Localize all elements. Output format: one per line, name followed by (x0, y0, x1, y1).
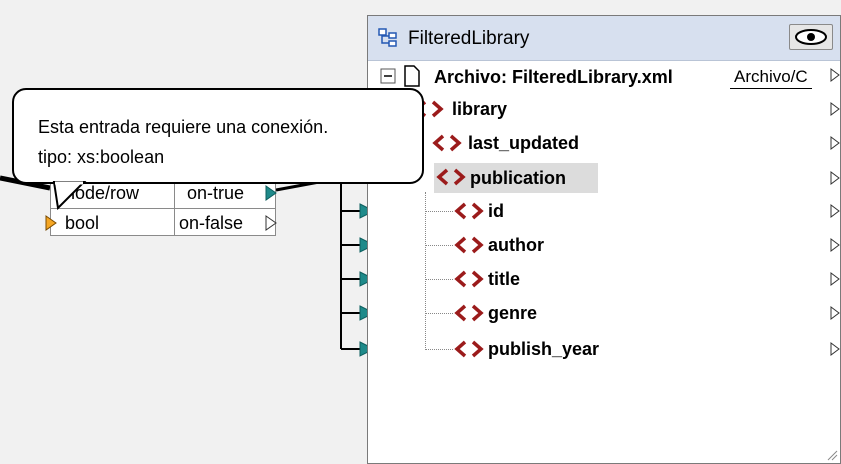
tree-item-publication[interactable]: publication (470, 163, 566, 193)
tooltip: Esta entrada requiere una conexión. tipo… (12, 88, 424, 184)
collapse-toggle-icon[interactable] (380, 68, 396, 84)
element-icon (436, 168, 466, 186)
output-connector-publication[interactable] (830, 171, 840, 185)
tooltip-line-1: Esta entrada requiere una conexión. (38, 117, 329, 137)
tree-item-title[interactable]: title (488, 264, 520, 294)
component-header[interactable]: FilteredLibrary (368, 16, 840, 61)
element-icon (454, 304, 484, 322)
tree-item-last-updated[interactable]: last_updated (468, 128, 579, 158)
tree-item-genre[interactable]: genre (488, 298, 537, 328)
on-true-output-connector[interactable] (265, 185, 277, 201)
output-connector-publish-year[interactable] (830, 342, 840, 356)
filter-on-false-label: on-false (179, 213, 244, 233)
tree-item-library[interactable]: library (452, 94, 507, 124)
component-title: FilteredLibrary (408, 28, 530, 49)
tooltip-pointer (52, 181, 87, 210)
filtered-library-component[interactable]: FilteredLibrary Archivo: FilteredLibrary… (367, 15, 841, 464)
output-connector-file[interactable] (830, 68, 840, 82)
output-connector-last-updated[interactable] (830, 136, 840, 150)
file-button[interactable]: Archivo/C (730, 66, 812, 89)
tree-item-author[interactable]: author (488, 230, 544, 260)
element-icon (454, 236, 484, 254)
on-false-output-connector[interactable] (265, 215, 277, 231)
element-icon (454, 340, 484, 358)
tree-item-publish-year[interactable]: publish_year (488, 334, 599, 364)
resize-grip-icon[interactable] (826, 449, 838, 461)
output-connector-genre[interactable] (830, 306, 840, 320)
tooltip-line-2: tipo: xs:boolean (38, 147, 165, 167)
output-connector-author[interactable] (830, 238, 840, 252)
filter-divider-vertical (174, 179, 175, 235)
output-connector-id[interactable] (830, 204, 840, 218)
element-icon (432, 134, 462, 152)
bool-input-connector[interactable] (45, 215, 57, 231)
output-connector-library[interactable] (830, 102, 840, 116)
element-icon (454, 202, 484, 220)
file-label: Archivo: FilteredLibrary.xml (434, 67, 673, 87)
file-icon (404, 65, 420, 87)
tree-item-id[interactable]: id (488, 196, 504, 226)
filter-bool-label: bool (65, 213, 100, 233)
eye-icon (795, 29, 827, 45)
preview-eye-button[interactable] (789, 24, 833, 50)
tree-guide (425, 192, 426, 350)
element-icon (454, 270, 484, 288)
schema-icon (378, 28, 397, 47)
output-connector-title[interactable] (830, 272, 840, 286)
